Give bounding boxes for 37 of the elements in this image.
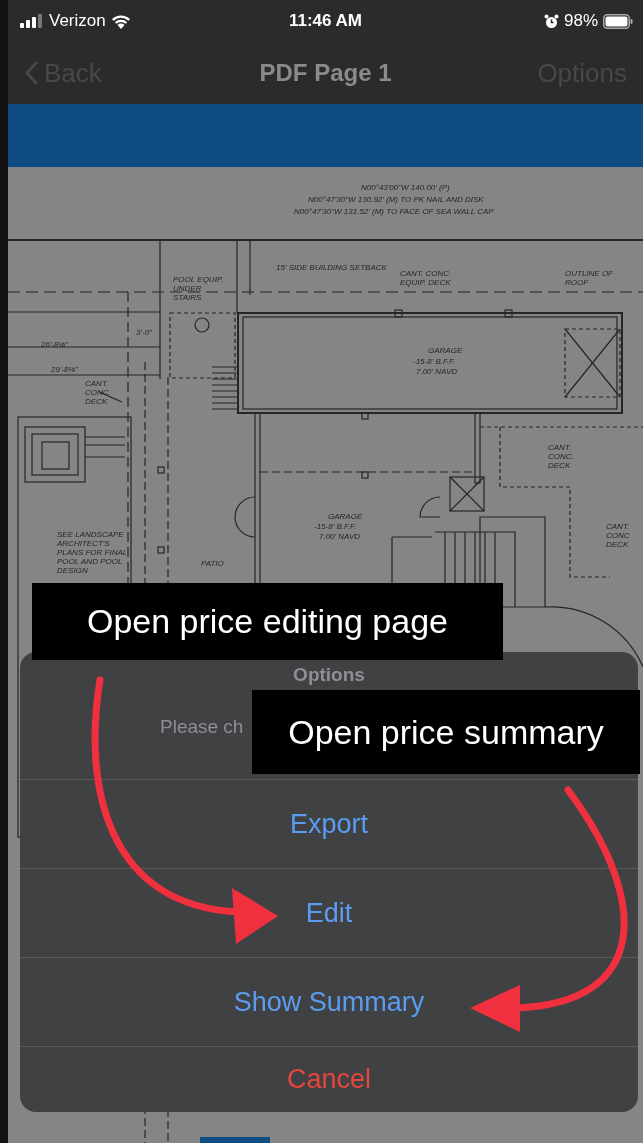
plan-label: N00°43'00"W 140.00' (P): [361, 183, 450, 192]
plan-label: CANT. CONC. DECK: [85, 379, 112, 406]
carrier-name: Verizon: [49, 11, 106, 31]
callout-label: Open price editing page: [32, 583, 503, 660]
battery-icon: [603, 13, 633, 29]
plan-label: CANT. CONC. DECK: [548, 443, 575, 470]
plan-label: CANT. CONC. EQUIP. DECK: [400, 269, 453, 287]
plan-label: SEE LANDSCAPE ARCHITECT'S PLANS FOR FINAL POOL AND POOL DESIGN: [57, 530, 129, 575]
wifi-icon: [110, 13, 131, 29]
plan-label: GARAGE: [328, 512, 363, 521]
battery-percent: 98%: [563, 11, 598, 31]
plan-label: -15-8' B.F.F.: [314, 522, 357, 531]
plan-label: PATIO: [201, 559, 224, 568]
plan-label: 15' SIDE BUILDING SETBACK: [276, 263, 387, 272]
callout-label: Open price summary: [252, 690, 640, 774]
plan-label: 29'-8⅛": [51, 365, 79, 374]
plan-label: 7.00' NAVD: [319, 532, 361, 541]
chevron-left-icon: [24, 61, 38, 85]
plan-label: GARAGE: [428, 346, 463, 355]
tab-indicator: [200, 1137, 270, 1143]
plan-label: N00°47'30"W 130.92' (M) TO PK NAIL AND DISK: [308, 195, 484, 204]
plan-label: CANT. CONC DECK: [606, 522, 631, 549]
plan-label: 3'-0": [136, 328, 152, 337]
status-time: 11:46 AM: [287, 11, 364, 31]
sheet-title: Options: [293, 664, 365, 686]
plan-label: 26'-8⅛": [41, 340, 69, 349]
plan-label: N00°47'30"W 131.52' (M) TO FACE OF SEA WALL CAP: [294, 207, 494, 216]
signal-icon: [20, 14, 44, 28]
action-button[interactable]: Export: [20, 780, 638, 869]
plan-label: OUTLINE OF ROOF: [565, 269, 614, 287]
page-title: PDF Page 1: [258, 59, 393, 87]
sheet-message: Please ch: [160, 716, 244, 738]
plan-label: POOL EQUIP. UNDER STAIRS: [173, 275, 225, 302]
action-button[interactable]: Cancel: [20, 1047, 638, 1111]
plan-label: -15-8' B.F.F.: [413, 357, 456, 366]
alarm-clock-icon: [543, 13, 559, 29]
plan-label: 7.00' NAVD: [416, 367, 458, 376]
